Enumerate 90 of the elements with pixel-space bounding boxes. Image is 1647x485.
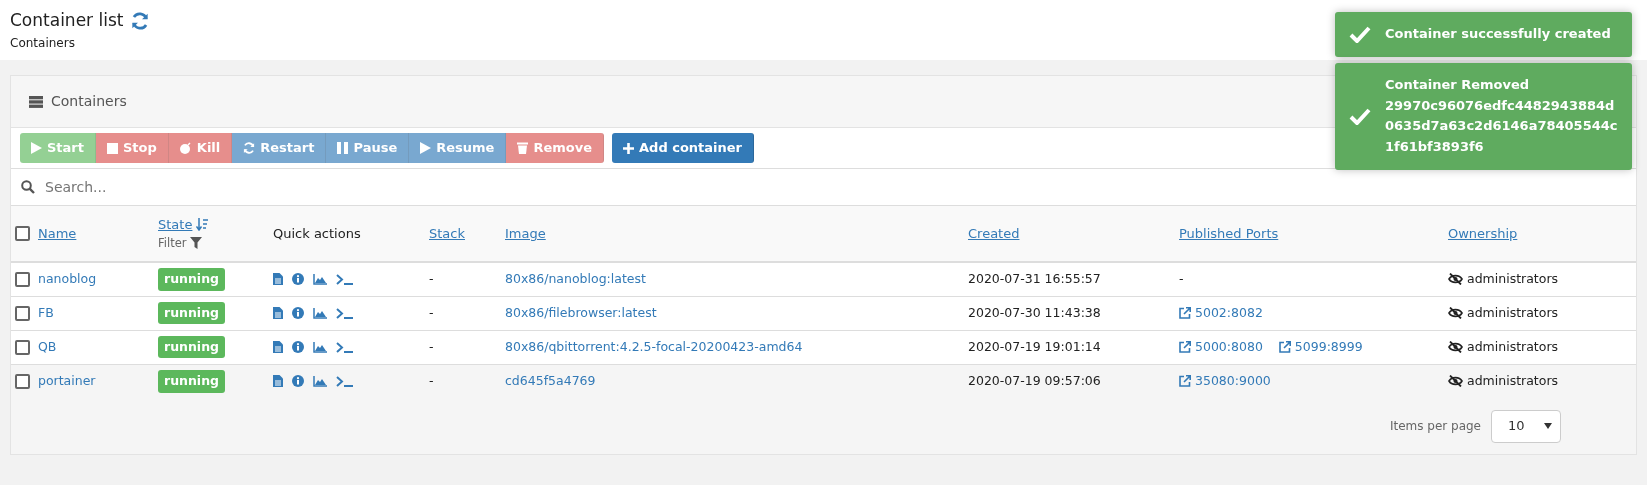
logs-icon[interactable] [273, 341, 283, 353]
search-icon [21, 180, 35, 194]
sort-icon[interactable] [196, 218, 210, 232]
stack-text: - [429, 304, 434, 320]
eye-slash-icon [1448, 375, 1463, 388]
refresh-icon [243, 142, 256, 154]
info-icon[interactable] [292, 375, 304, 388]
toast-title: Container successfully created [1385, 25, 1611, 43]
image-link[interactable]: 80x86/nanoblog:latest [505, 270, 646, 286]
area-chart-icon[interactable] [313, 341, 327, 353]
created-text: 2020-07-19 19:01:14 [968, 338, 1101, 354]
container-name-link[interactable]: QB [38, 337, 57, 357]
trash-icon [517, 142, 529, 154]
add-button[interactable]: Add container [612, 133, 755, 163]
panel-title: Containers [51, 92, 127, 111]
toast-message: 29970c96076edfc4482943884d0635d7a63c2d6146a78405544c1f61bf3893f6 [1385, 96, 1618, 157]
eye-slash-icon [1448, 341, 1463, 353]
logs-icon[interactable] [273, 307, 283, 319]
image-link[interactable]: cd645f5a4769 [505, 372, 596, 388]
stack-text: - [429, 372, 434, 388]
play-icon [31, 142, 42, 154]
external-link-icon [1278, 341, 1291, 353]
external-link-icon [1179, 341, 1191, 353]
status-badge: running [158, 369, 225, 393]
created-text: 2020-07-19 09:57:06 [968, 372, 1101, 388]
image-link[interactable]: 80x86/filebrowser:latest [505, 304, 657, 320]
row-checkbox[interactable] [15, 271, 30, 287]
select-all-checkbox[interactable] [15, 226, 30, 241]
external-link-icon [1179, 375, 1191, 388]
terminal-icon[interactable] [336, 307, 354, 319]
caret-icon [1544, 423, 1552, 429]
container-name-link[interactable]: FB [38, 303, 54, 323]
ownership-text: administrators [1467, 337, 1559, 356]
column-header[interactable]: Created [968, 223, 1020, 244]
logs-icon[interactable] [273, 375, 283, 388]
column-header[interactable]: Published Ports [1179, 223, 1279, 244]
server-icon [29, 95, 43, 108]
eye-slash-icon [1448, 307, 1463, 319]
ports-text: - [1179, 269, 1184, 288]
column-header[interactable]: Image [505, 223, 546, 244]
terminal-icon[interactable] [336, 341, 354, 353]
port-link[interactable]: 5002:8082 [1179, 303, 1263, 323]
image-link[interactable]: 80x86/qbittorrent:4.2.5-focal-20200423-amd64 [505, 338, 803, 354]
column-header[interactable]: Stack [429, 223, 465, 244]
eye-slash-icon [1448, 273, 1463, 286]
column-header: Quick actions [273, 224, 361, 243]
check-icon [1349, 25, 1371, 43]
info-icon[interactable] [292, 341, 304, 353]
pause-icon [337, 142, 349, 154]
bomb-icon [179, 142, 192, 154]
logs-icon[interactable] [273, 273, 283, 286]
stack-text: - [429, 338, 434, 354]
info-icon[interactable] [292, 273, 304, 286]
created-text: 2020-07-31 16:55:57 [968, 270, 1101, 286]
column-header[interactable]: Ownership [1448, 223, 1518, 244]
plus-icon [623, 142, 634, 154]
info-icon[interactable] [292, 307, 304, 319]
items-per-page-select[interactable]: 10 [1491, 409, 1561, 443]
row-checkbox[interactable] [15, 373, 30, 389]
port-link[interactable]: 5099:8999 [1278, 337, 1363, 357]
page-title: Container list [10, 9, 124, 32]
terminal-icon[interactable] [336, 273, 354, 285]
created-text: 2020-07-30 11:43:38 [968, 304, 1101, 320]
ownership-text: administrators [1467, 303, 1559, 322]
check-icon [1349, 107, 1371, 125]
column-header[interactable]: State [158, 215, 193, 235]
area-chart-icon[interactable] [313, 375, 327, 387]
status-badge: running [158, 267, 225, 291]
ownership-text: administrators [1467, 269, 1559, 288]
container-name-link[interactable]: nanoblog [38, 269, 97, 289]
status-badge: running [158, 335, 225, 359]
stack-text: - [429, 270, 434, 286]
toast-title: Container Removed [1385, 75, 1531, 94]
items-per-page-label: Items per page [1389, 418, 1481, 435]
row-checkbox[interactable] [15, 339, 30, 355]
port-link[interactable]: 5000:8080 [1179, 337, 1263, 357]
area-chart-icon[interactable] [313, 273, 327, 285]
column-header[interactable]: Name [38, 223, 77, 244]
play-icon [420, 142, 432, 154]
ownership-text: administrators [1467, 371, 1559, 390]
refresh-icon[interactable] [131, 11, 150, 30]
filter-icon[interactable] [190, 237, 203, 250]
page-subtitle: Containers [10, 34, 75, 52]
stop-icon [107, 142, 118, 154]
area-chart-icon[interactable] [313, 307, 327, 319]
status-badge: running [158, 301, 225, 325]
external-link-icon [1179, 307, 1191, 319]
filter-label[interactable]: Filter [158, 234, 187, 252]
row-checkbox[interactable] [15, 305, 30, 321]
terminal-icon[interactable] [336, 375, 354, 387]
